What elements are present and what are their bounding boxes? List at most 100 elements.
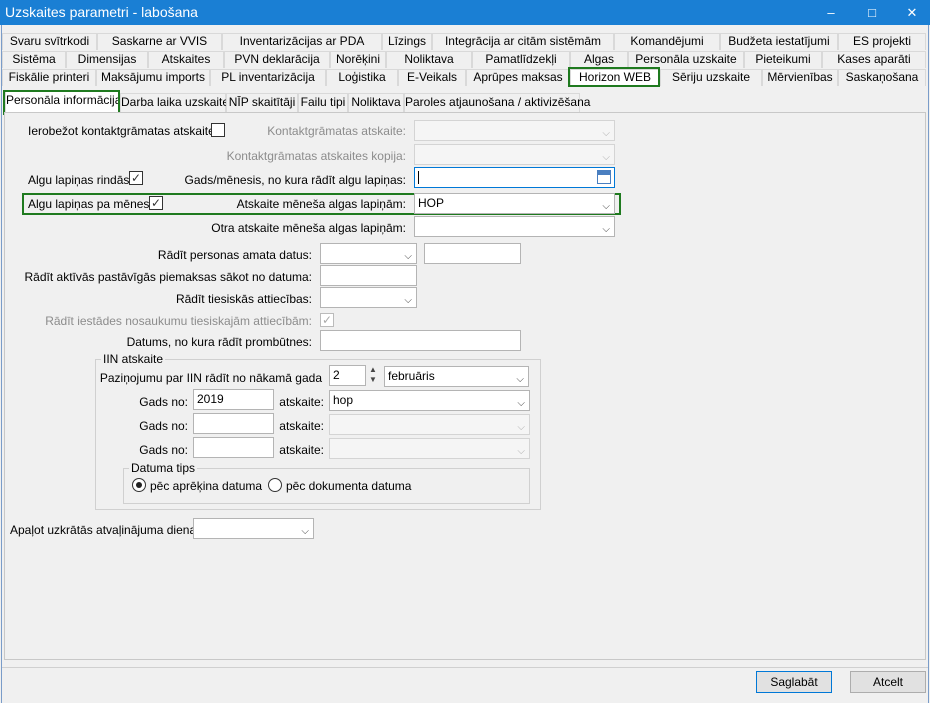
year-input-3[interactable] [193, 437, 274, 458]
tab-maksājumu-imports[interactable]: Maksājumu imports [96, 69, 210, 86]
chevron-down-icon: ⌵ [301, 526, 309, 537]
tab-noliktava[interactable]: Noliktava [386, 51, 472, 68]
iin-month-value: februāris [388, 369, 435, 383]
tab-budžeta-iestatījumi[interactable]: Budžeta iestatījumi [720, 33, 838, 50]
tab-līzings[interactable]: Līzings [382, 33, 432, 50]
chevron-down-icon: ⌵ [517, 398, 525, 409]
monthly-report-value: HOP [418, 196, 445, 210]
report-select-1[interactable]: hop ⌵ [329, 390, 530, 411]
monthly-report-select[interactable]: HOP ⌵ [414, 193, 615, 214]
show-position-extra-input[interactable] [424, 243, 521, 264]
tab-svaru-svītrkodi[interactable]: Svaru svītrkodi [2, 33, 97, 50]
show-legal-select[interactable]: ⌵ [320, 287, 417, 308]
show-allowance-date-input[interactable] [320, 265, 417, 286]
tab-sēriju-uzskaite[interactable]: Sēriju uzskaite [660, 69, 762, 86]
year-month-label: Gads/mēnesis, no kura rādīt algu lapiņas… [184, 173, 406, 187]
show-allowance-label: Rādīt aktīvās pastāvīgās piemaksas sākot… [24, 270, 312, 284]
window-title: Uzskaites parametri - labošana [5, 4, 198, 20]
payslips-rows-label: Algu lapiņas rindās: [28, 173, 133, 187]
show-legal-label: Rādīt tiesiskās attiecības: [175, 292, 312, 306]
tab-pvn-deklarācija[interactable]: PVN deklarācija [224, 51, 330, 68]
tab-pamatlīdzekļi[interactable]: Pamatlīdzekļi [472, 51, 570, 68]
tab-pieteikumi[interactable]: Pieteikumi [744, 51, 822, 68]
year-label-1: Gads no: [139, 395, 188, 409]
radio-doc-date[interactable] [268, 478, 282, 492]
chevron-down-icon: ⌵ [404, 295, 412, 306]
tab-saskaņošana[interactable]: Saskaņošana [838, 69, 926, 86]
report-label-3: atskaite: [279, 443, 324, 457]
radio-calc-date[interactable] [132, 478, 146, 492]
tab-aprūpes-maksas[interactable]: Aprūpes maksas [466, 69, 570, 86]
tab-saskarne-ar-vvis[interactable]: Saskarne ar VVIS [97, 33, 222, 50]
contact-report-label: Kontaktgrāmatas atskaite: [267, 124, 406, 138]
tab-dimensijas[interactable]: Dimensijas [66, 51, 148, 68]
tab-fiskālie-printeri[interactable]: Fiskālie printeri [2, 69, 96, 86]
contact-report-select[interactable]: ⌵ [414, 120, 615, 141]
iin-month-select[interactable]: februāris ⌵ [384, 366, 529, 387]
spin-up-icon[interactable]: ▲ [369, 365, 377, 374]
title-bar: Uzskaites parametri - labošana – □ ✕ [0, 0, 930, 25]
report-select-3[interactable]: ⌵ [329, 438, 530, 459]
tab-es-projekti[interactable]: ES projekti [838, 33, 926, 50]
minimize-icon[interactable]: – [808, 0, 854, 25]
spin-stepper[interactable]: ▲ ▼ [367, 365, 379, 387]
tab-personāla-uzskaite[interactable]: Personāla uzskaite [628, 51, 744, 68]
absence-date-input[interactable] [320, 330, 521, 351]
date-type-title: Datuma tips [129, 461, 198, 475]
payslips-monthly-checkbox[interactable]: ✓ [149, 196, 163, 210]
limit-contact-checkbox[interactable] [211, 123, 225, 137]
chevron-down-icon: ⌵ [517, 446, 525, 457]
iin-group-title: IIN atskaite [101, 352, 166, 366]
chevron-down-icon: ⌵ [404, 251, 412, 262]
year-label-3: Gads no: [139, 443, 188, 457]
chevron-down-icon: ⌵ [602, 224, 610, 235]
tab-algas[interactable]: Algas [570, 51, 628, 68]
show-institution-label: Rādīt iestādes nosaukumu tiesiskajām att… [45, 314, 312, 328]
chevron-down-icon: ⌵ [602, 152, 610, 163]
tab-sistēma[interactable]: Sistēma [2, 51, 66, 68]
tab-kases-aparāti[interactable]: Kases aparāti [822, 51, 926, 68]
chevron-down-icon: ⌵ [602, 128, 610, 139]
show-position-select[interactable]: ⌵ [320, 243, 417, 264]
chevron-down-icon: ⌵ [517, 422, 525, 433]
report-select-2[interactable]: ⌵ [329, 414, 530, 435]
iin-notice-input[interactable]: 2 [329, 365, 366, 386]
radio-doc-label: pēc dokumenta datuma [286, 479, 412, 493]
subtab-4[interactable]: Noliktava [348, 93, 404, 112]
cancel-button[interactable]: Atcelt [850, 671, 926, 693]
round-vacation-label: Apaļot uzkrātās atvaļinājuma dienas: [10, 523, 206, 537]
tab-norēķini[interactable]: Norēķini [330, 51, 386, 68]
chevron-down-icon: ⌵ [602, 201, 610, 212]
footer-divider [2, 667, 928, 668]
subtab-1[interactable]: Darba laika uzskaite [120, 93, 229, 112]
tab-mērvienības[interactable]: Mērvienības [762, 69, 838, 86]
payslips-rows-checkbox[interactable]: ✓ [129, 171, 143, 185]
close-icon[interactable]: ✕ [889, 0, 930, 25]
contact-report-copy-label: Kontaktgrāmatas atskaites kopija: [226, 149, 406, 163]
year-month-input[interactable] [414, 167, 615, 188]
show-institution-checkbox[interactable]: ✓ [320, 313, 334, 327]
second-report-select[interactable]: ⌵ [414, 216, 615, 237]
round-vacation-select[interactable]: ⌵ [193, 518, 314, 539]
report-label-2: atskaite: [279, 419, 324, 433]
tab-inventarizācijas-ar-pda[interactable]: Inventarizācijas ar PDA [222, 33, 382, 50]
tab-pl-inventarizācija[interactable]: PL inventarizācija [210, 69, 326, 86]
highlight-horizon-web [568, 67, 660, 87]
tab-komandējumi[interactable]: Komandējumi [614, 33, 720, 50]
monthly-report-label: Atskaite mēneša algas lapiņām: [236, 197, 406, 211]
year-input-1[interactable]: 2019 [193, 389, 274, 410]
save-button[interactable]: Saglabāt [756, 671, 832, 693]
tab-loģistika[interactable]: Loģistika [326, 69, 398, 86]
subtab-2[interactable]: NĪP skaitītāji [226, 93, 298, 112]
subtab-3[interactable]: Failu tipi [298, 93, 348, 112]
spin-down-icon[interactable]: ▼ [369, 375, 377, 384]
subtab-5[interactable]: Paroles atjaunošana / aktivizēšana [404, 93, 590, 112]
calendar-icon[interactable] [597, 170, 611, 184]
tab-e-veikals[interactable]: E-Veikals [398, 69, 466, 86]
contact-report-copy-select[interactable]: ⌵ [414, 144, 615, 165]
year-input-2[interactable] [193, 413, 274, 434]
second-report-label: Otra atskaite mēneša algas lapiņām: [211, 221, 406, 235]
tab-atskaites[interactable]: Atskaites [148, 51, 224, 68]
payslips-monthly-label: Algu lapiņas pa mēnesi: [28, 197, 156, 211]
tab-integrācija-ar-citām-sistēmām[interactable]: Integrācija ar citām sistēmām [432, 33, 614, 50]
